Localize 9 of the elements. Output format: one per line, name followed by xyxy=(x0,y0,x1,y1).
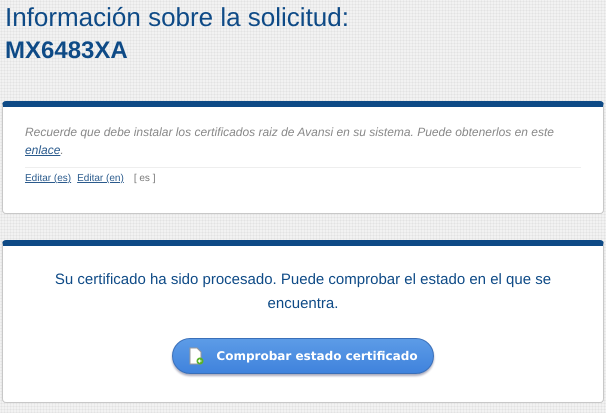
link[interactable]: enlace xyxy=(25,143,60,157)
request-code: MX6483XA xyxy=(4,36,129,66)
status-message: Su certificado ha sido procesado. Puede comprobar el estado en el que se encuentra. xyxy=(54,270,552,314)
document-arrow-icon xyxy=(188,347,204,365)
edit-link[interactable]: Editar (es) xyxy=(25,173,72,184)
notice-text: Recuerde que debe instalar los certificados raiz de Avansi en su sistema. Puede obtenerlos en este enlace. xyxy=(25,124,555,159)
language-label: [ es ] xyxy=(134,173,156,184)
edit-link[interactable]: Editar (en) xyxy=(77,173,124,184)
page-title: Información sobre la solicitud: xyxy=(4,1,350,34)
